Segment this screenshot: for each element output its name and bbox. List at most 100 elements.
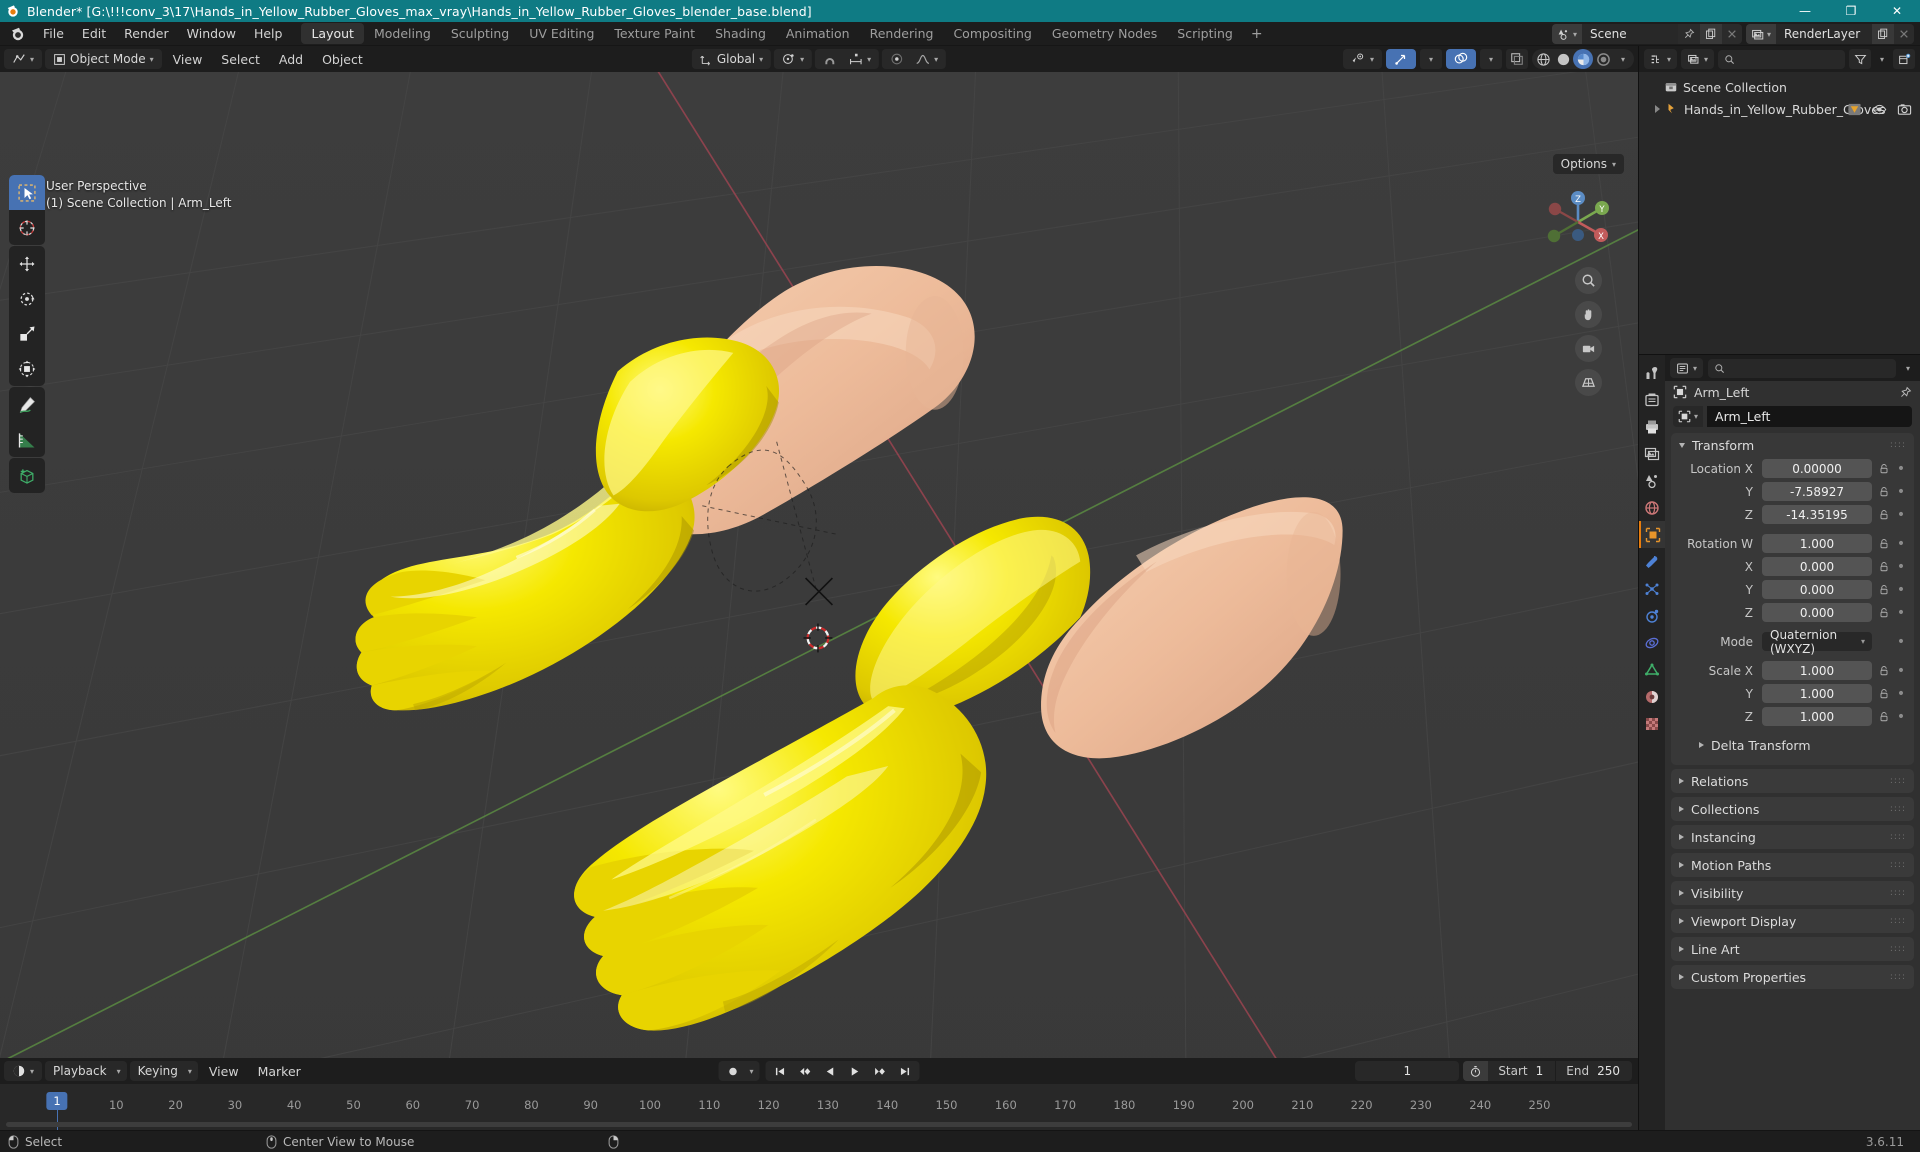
location-z-field[interactable]: -14.35195 (1762, 505, 1872, 524)
expand-triangle-icon[interactable] (1655, 105, 1660, 113)
lock-rotation-w-icon[interactable] (1877, 538, 1891, 550)
tool-rotate-icon[interactable] (9, 281, 45, 316)
show-gizmo-group[interactable]: ▾ (1342, 49, 1382, 69)
workspace-tab-geometry-nodes[interactable]: Geometry Nodes (1042, 23, 1167, 44)
object-id-type-icon[interactable]: ▾ (1673, 406, 1704, 427)
panel-viewport-display[interactable]: Viewport Display :::: (1671, 909, 1914, 933)
tool-add-cube-icon[interactable] (9, 458, 45, 493)
panel-collections[interactable]: Collections :::: (1671, 797, 1914, 821)
remove-scene-icon[interactable] (1721, 24, 1742, 44)
outliner-icon[interactable]: ▾ (1646, 49, 1675, 69)
jump-start-icon[interactable] (768, 1061, 793, 1081)
falloff-curve-icon[interactable]: ▾ (910, 49, 944, 69)
viewport-menu-select[interactable]: Select (213, 50, 268, 69)
shading-mode-group[interactable]: ▾ (1532, 49, 1634, 69)
lock-location-x-icon[interactable] (1877, 463, 1891, 475)
keying-menu[interactable]: Keying ▾ (129, 1061, 198, 1081)
tool-annotate-icon[interactable] (9, 387, 45, 422)
chevron-down-icon[interactable] (1679, 442, 1685, 448)
workspace-tab-modeling[interactable]: Modeling (364, 23, 441, 44)
panel-visibility[interactable]: Visibility :::: (1671, 881, 1914, 905)
overlays-dropdown[interactable]: ▾ (1480, 49, 1502, 69)
navigation-gizmo[interactable]: Z Y X (1538, 182, 1618, 262)
animate-scale-z-icon[interactable]: • (1896, 710, 1906, 724)
3d-viewport[interactable]: User Perspective (1) Scene Collection | … (0, 72, 1638, 1058)
playback-label[interactable]: Playback (47, 1061, 113, 1081)
tool-cursor-icon[interactable] (9, 210, 45, 245)
lock-rotation-x-icon[interactable] (1877, 561, 1891, 573)
keying-label[interactable]: Keying (132, 1061, 184, 1081)
view-layer-selector[interactable]: ▾ RenderLayer (1745, 24, 1914, 44)
panel-instancing[interactable]: Instancing :::: (1671, 825, 1914, 849)
remove-view-layer-icon[interactable] (1894, 24, 1914, 44)
properties-tab-output[interactable] (1639, 413, 1665, 440)
toggle-perspective-icon[interactable] (1575, 369, 1602, 396)
view-layer-name[interactable]: RenderLayer (1776, 27, 1872, 41)
properties-tab-texture[interactable] (1639, 710, 1665, 737)
properties-tab-render[interactable] (1639, 386, 1665, 413)
lock-location-y-icon[interactable] (1877, 486, 1891, 498)
properties-options-chevron-icon[interactable]: ▾ (1901, 358, 1915, 378)
timeline-icon[interactable]: ▾ (6, 1061, 40, 1081)
frame-range-fields[interactable]: Start 1 End 250 (1463, 1061, 1632, 1081)
playback-chevron-icon[interactable]: ▾ (113, 1061, 125, 1081)
properties-tab-constraints[interactable] (1639, 629, 1665, 656)
playhead-indicator[interactable]: 1 (46, 1092, 68, 1110)
object-name-field[interactable]: Arm_Left (1707, 406, 1912, 427)
interaction-mode-selector[interactable]: Object Mode ▾ (45, 49, 162, 69)
play-icon[interactable] (843, 1061, 868, 1081)
playback-menu[interactable]: Playback ▾ (45, 1061, 127, 1081)
workspace-tab-texture-paint[interactable]: Texture Paint (604, 23, 705, 44)
properties-tab-scene[interactable] (1639, 467, 1665, 494)
menu-window[interactable]: Window (178, 23, 245, 44)
auto-keying-chevron-icon[interactable]: ▾ (745, 1061, 757, 1081)
viewport-options-button[interactable]: Options ▾ (1552, 154, 1624, 174)
view-layer-display-icon[interactable]: ▾ (1683, 49, 1712, 69)
tool-measure-icon[interactable] (9, 422, 45, 457)
use-preview-range-icon[interactable] (1463, 1061, 1489, 1081)
prev-keyframe-icon[interactable] (793, 1061, 818, 1081)
shading-solid-button[interactable] (1553, 49, 1573, 69)
hide-in-viewport-icon[interactable] (1872, 102, 1887, 117)
scene-name[interactable]: Scene (1582, 27, 1678, 41)
gizmo-toggle-group[interactable] (1386, 49, 1416, 69)
chevron-right-icon[interactable] (1679, 946, 1684, 952)
lock-scale-z-icon[interactable] (1877, 711, 1891, 723)
pan-hand-icon[interactable] (1575, 301, 1602, 328)
outliner-filter-chevron-icon[interactable]: ▾ (1875, 49, 1889, 69)
chevron-right-icon[interactable] (1699, 742, 1704, 748)
close-button[interactable]: ✕ (1874, 0, 1920, 22)
properties-icon[interactable]: ▾ (1672, 358, 1701, 378)
menu-file[interactable]: File (34, 23, 73, 44)
outliner-search-input[interactable] (1718, 49, 1845, 69)
rotation-z-field[interactable]: 0.000 (1762, 603, 1872, 622)
chevron-right-icon[interactable] (1679, 862, 1684, 868)
location-x-field[interactable]: 0.00000 (1762, 459, 1872, 478)
delta-transform-subpanel[interactable]: Delta Transform (1691, 733, 1906, 757)
shading-material-preview-button[interactable] (1573, 49, 1593, 69)
animate-location-z-icon[interactable]: • (1896, 508, 1906, 522)
proportional-edit-icon[interactable] (884, 49, 910, 69)
lock-rotation-z-icon[interactable] (1877, 607, 1891, 619)
outliner-tree[interactable]: Scene Collection Hands_in_Yellow_Rubber_… (1639, 72, 1920, 354)
pivot-icon[interactable]: ▾ (776, 49, 810, 69)
timeline-strip[interactable]: 10 20 30 40 50 60 70 80 90 100 110 120 130 140 150 160 1… (0, 1084, 1638, 1130)
panel-line-art[interactable]: Line Art :::: (1671, 937, 1914, 961)
animate-location-y-icon[interactable]: • (1896, 485, 1906, 499)
delta-transform-header[interactable]: Delta Transform (1691, 733, 1906, 757)
tool-move-icon[interactable] (9, 246, 45, 281)
rotation-x-field[interactable]: 0.000 (1762, 557, 1872, 576)
rotation-w-field[interactable]: 1.000 (1762, 534, 1872, 553)
mesh-data-icon[interactable] (1847, 102, 1862, 117)
transport-controls[interactable] (765, 1061, 920, 1081)
animate-scale-y-icon[interactable]: • (1896, 687, 1906, 701)
properties-tab-material[interactable] (1639, 683, 1665, 710)
panel-relations[interactable]: Relations :::: (1671, 769, 1914, 793)
workspace-tab-shading[interactable]: Shading (705, 23, 776, 44)
new-scene-icon[interactable] (1699, 24, 1722, 44)
workspace-tab-rendering[interactable]: Rendering (860, 23, 944, 44)
properties-tab-world[interactable] (1639, 494, 1665, 521)
scene-icon[interactable]: ▾ (1551, 24, 1582, 44)
timeline-editor-type[interactable]: ▾ (4, 1061, 43, 1081)
tool-transform-icon[interactable] (9, 351, 45, 386)
